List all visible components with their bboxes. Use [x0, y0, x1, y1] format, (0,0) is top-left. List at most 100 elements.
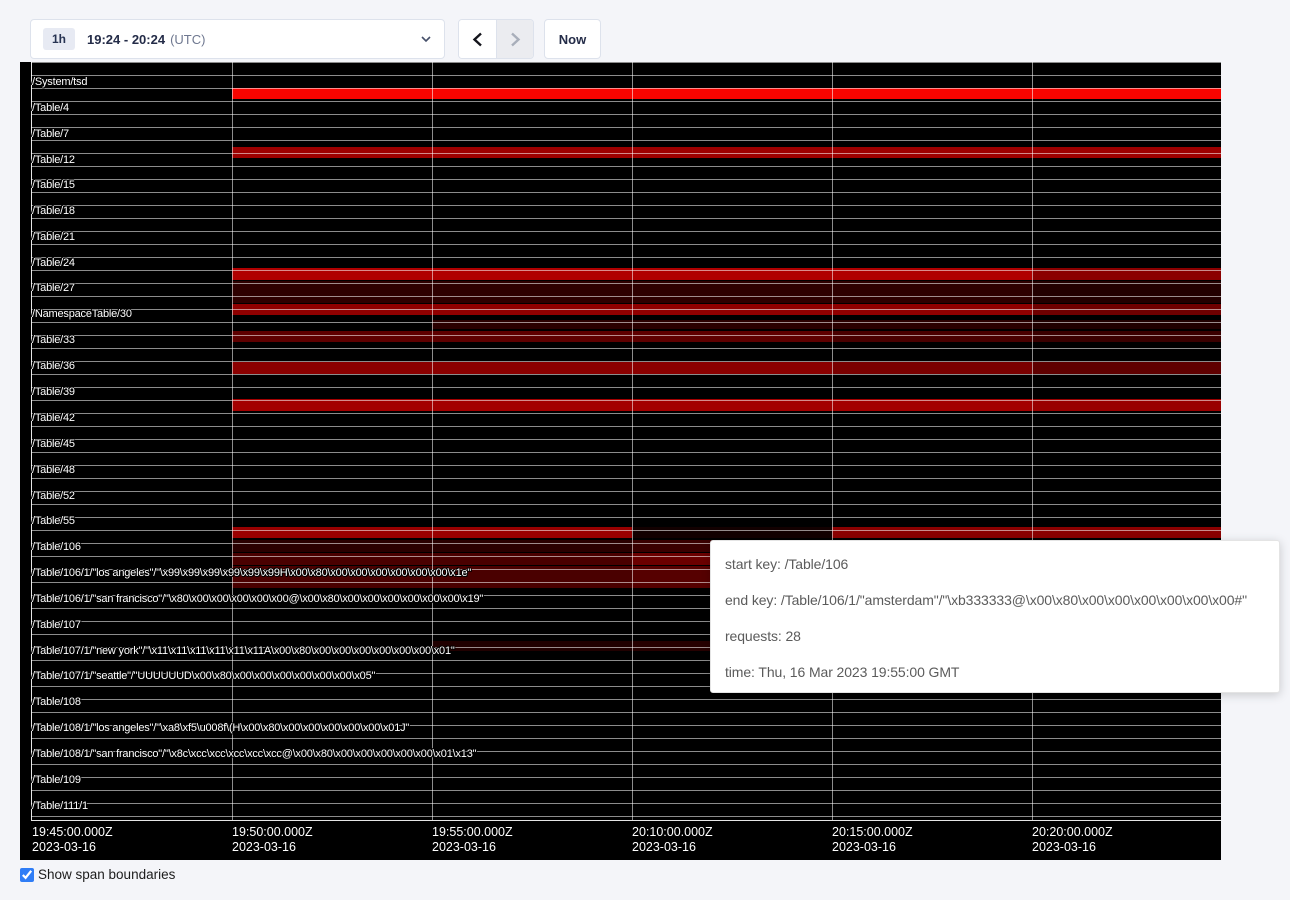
show-span-boundaries-label: Show span boundaries [38, 867, 175, 882]
x-tick-time: 20:15:00.000Z [832, 825, 913, 840]
heat-band [1032, 362, 1221, 374]
row-label: /Table/106/1/"san francisco"/"\x80\x00\x… [32, 593, 483, 605]
span-boundary-line [31, 153, 1221, 154]
heat-band [432, 88, 632, 99]
x-axis-tick: 20:20:00.000Z2023-03-16 [1032, 825, 1113, 855]
row-label: /NamespaceTable/30 [32, 308, 132, 320]
x-tick-time: 19:45:00.000Z [32, 825, 113, 840]
row-label: /Table/18 [32, 205, 75, 217]
span-boundary-line [31, 127, 1221, 128]
heat-band [232, 527, 432, 538]
chevron-right-icon [509, 32, 522, 47]
span-boundary-line [31, 465, 1221, 466]
heat-band [232, 362, 432, 374]
heat-band [1032, 281, 1221, 303]
span-boundary-line [31, 140, 1221, 141]
row-label: /Table/36 [32, 360, 75, 372]
span-boundary-line [31, 283, 1221, 284]
heat-band [1032, 88, 1221, 99]
row-label: /Table/109 [32, 774, 81, 786]
heat-band [232, 540, 432, 552]
x-tick-time: 19:55:00.000Z [432, 825, 513, 840]
tooltip-requests: requests: 28 [725, 628, 1265, 644]
row-label: /Table/107/1/"new york"/"\x11\x11\x11\x1… [32, 645, 455, 657]
row-label: /Table/45 [32, 438, 75, 450]
span-boundary-line [31, 257, 1221, 258]
range-step-buttons [458, 19, 534, 59]
x-tick-date: 2023-03-16 [1032, 840, 1113, 855]
sample-column-line [832, 62, 833, 820]
row-label: /Table/107/1/"seattle"/"UUUUUUD\x00\x80\… [32, 670, 375, 682]
x-tick-date: 2023-03-16 [32, 840, 113, 855]
heat-band [832, 331, 1032, 342]
range-utc-suffix: (UTC) [170, 32, 205, 47]
span-boundary-line [31, 816, 1221, 817]
sample-column-line [232, 62, 233, 820]
next-range-button[interactable] [496, 20, 533, 58]
span-boundary-line [31, 179, 1221, 180]
span-boundary-line [31, 699, 1221, 700]
span-boundary-line [31, 361, 1221, 362]
time-range-selector[interactable]: 1h 19:24 - 20:24 (UTC) [30, 19, 445, 59]
span-boundary-line [31, 803, 1221, 804]
row-label: /Table/12 [32, 154, 75, 166]
heat-band [432, 362, 632, 374]
span-boundary-line [31, 335, 1221, 336]
row-label: /Table/33 [32, 334, 75, 346]
x-tick-time: 20:20:00.000Z [1032, 825, 1113, 840]
x-axis-tick: 19:55:00.000Z2023-03-16 [432, 825, 513, 855]
heat-band [632, 362, 832, 374]
heat-band [632, 527, 832, 538]
x-tick-date: 2023-03-16 [432, 840, 513, 855]
footer: Show span boundaries [20, 867, 175, 882]
row-label: /Table/42 [32, 412, 75, 424]
heat-band [1032, 331, 1221, 342]
heat-band [432, 527, 632, 538]
chart-bottom-line [31, 820, 1221, 821]
row-label: /Table/52 [32, 490, 75, 502]
span-boundary-line [31, 491, 1221, 492]
span-boundary-line [31, 75, 1221, 76]
span-boundary-line [31, 348, 1221, 349]
row-label: /Table/21 [32, 231, 75, 243]
span-boundary-line [31, 62, 1221, 63]
row-label: /Table/24 [32, 257, 75, 269]
heat-band [1032, 527, 1221, 538]
span-boundary-line [31, 270, 1221, 271]
row-label: /Table/15 [32, 179, 75, 191]
heat-band [832, 88, 1032, 99]
span-boundary-line [31, 517, 1221, 518]
span-boundary-line [31, 413, 1221, 414]
span-boundary-line [31, 205, 1221, 206]
span-boundary-line [31, 712, 1221, 713]
span-boundary-line [31, 309, 1221, 310]
prev-range-button[interactable] [459, 20, 496, 58]
span-boundary-line [31, 114, 1221, 115]
heat-band [232, 553, 432, 565]
heat-band [632, 88, 832, 99]
sample-column-line [1032, 62, 1033, 820]
heat-band [832, 527, 1032, 538]
x-tick-date: 2023-03-16 [832, 840, 913, 855]
row-label: /Table/27 [32, 282, 75, 294]
heat-band [232, 281, 432, 303]
row-label: /Table/108/1/"los angeles"/"\xa8\xf5\u00… [32, 722, 409, 734]
span-boundary-line [31, 218, 1221, 219]
span-boundary-line [31, 296, 1221, 297]
heat-band [832, 281, 1032, 303]
span-boundary-line [31, 166, 1221, 167]
span-boundary-line [31, 478, 1221, 479]
span-boundary-line [31, 387, 1221, 388]
row-label: /Table/7 [32, 128, 69, 140]
row-label: /Table/108/1/"san francisco"/"\x8c\xcc\x… [32, 748, 476, 760]
span-boundary-line [31, 530, 1221, 531]
now-button[interactable]: Now [544, 19, 601, 59]
row-label: /Table/107 [32, 619, 81, 631]
x-axis-tick: 20:10:00.000Z2023-03-16 [632, 825, 713, 855]
heat-band [432, 540, 632, 552]
show-span-boundaries-checkbox[interactable] [20, 868, 34, 882]
span-boundary-line [31, 452, 1221, 453]
x-axis-tick: 20:15:00.000Z2023-03-16 [832, 825, 913, 855]
span-boundary-line [31, 439, 1221, 440]
key-visualizer-canvas[interactable]: /System/tsd/Table/4/Table/7/Table/12/Tab… [20, 62, 1221, 860]
